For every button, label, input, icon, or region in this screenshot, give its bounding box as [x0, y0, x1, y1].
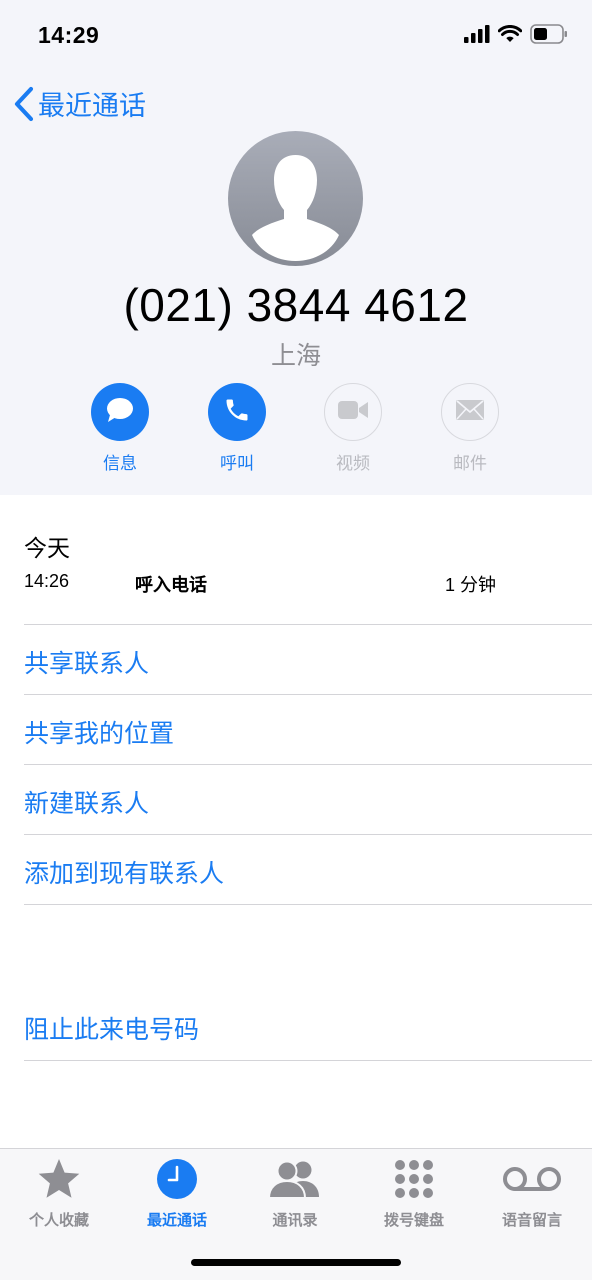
- mail-icon: [455, 399, 485, 426]
- call-time: 14:26: [24, 571, 70, 591]
- tab-contacts[interactable]: 通讯录: [236, 1159, 354, 1230]
- block-caller-button[interactable]: 阻止此来电号码: [24, 1010, 199, 1046]
- tab-label: 个人收藏: [28, 1212, 89, 1229]
- divider: [24, 904, 592, 905]
- new-contact-button[interactable]: 新建联系人: [24, 784, 149, 820]
- avatar: [228, 131, 363, 266]
- back-label: 最近通话: [38, 91, 146, 121]
- video-icon: [337, 399, 369, 426]
- keypad-icon: [393, 1159, 435, 1204]
- clock-icon: [156, 1158, 198, 1205]
- star-icon: [36, 1157, 82, 1206]
- call-action-label: 呼叫: [220, 454, 254, 473]
- tab-voicemail[interactable]: 语音留言: [473, 1159, 591, 1230]
- caller-location: 上海: [270, 342, 321, 370]
- call-type: 呼入电话: [135, 575, 207, 595]
- status-time: 14:29: [38, 22, 100, 48]
- message-action-button[interactable]: 信息: [80, 383, 160, 474]
- battery-icon: [530, 23, 568, 49]
- tab-keypad[interactable]: 拨号键盘: [355, 1159, 473, 1230]
- tab-label: 语音留言: [501, 1212, 562, 1229]
- message-action-label: 信息: [103, 454, 137, 473]
- person-silhouette-icon: [252, 155, 339, 261]
- home-indicator[interactable]: [191, 1259, 401, 1266]
- phone-number: (021) 3844 4612: [123, 279, 469, 331]
- divider: [24, 694, 592, 695]
- phone-icon: [223, 396, 251, 429]
- call-duration: 1 分钟: [445, 575, 497, 595]
- tab-recents[interactable]: 最近通话: [118, 1158, 236, 1230]
- tab-favorites[interactable]: 个人收藏: [0, 1157, 118, 1230]
- chevron-left-icon: [12, 86, 36, 122]
- mail-action-label: 邮件: [453, 454, 487, 473]
- tab-label: 通讯录: [272, 1212, 318, 1229]
- message-icon: [105, 396, 135, 429]
- divider: [24, 834, 592, 835]
- tab-label: 最近通话: [146, 1212, 207, 1229]
- wifi-icon: [497, 24, 523, 48]
- history-day: 今天: [24, 535, 70, 561]
- video-action-button[interactable]: 视频: [313, 383, 393, 474]
- video-action-label: 视频: [336, 454, 370, 473]
- tab-label: 拨号键盘: [383, 1212, 444, 1229]
- share-contact-button[interactable]: 共享联系人: [24, 644, 149, 680]
- voicemail-icon: [502, 1164, 562, 1199]
- add-to-existing-contact-button[interactable]: 添加到现有联系人: [24, 854, 224, 890]
- status-icons: [464, 23, 568, 49]
- divider: [24, 624, 592, 625]
- divider: [24, 1060, 592, 1061]
- back-button[interactable]: 最近通话: [12, 84, 146, 123]
- contacts-icon: [267, 1159, 323, 1204]
- mail-action-button[interactable]: 邮件: [430, 383, 510, 474]
- divider: [24, 764, 592, 765]
- call-action-button[interactable]: 呼叫: [197, 383, 277, 474]
- signal-icon: [464, 24, 490, 48]
- share-location-button[interactable]: 共享我的位置: [24, 714, 174, 750]
